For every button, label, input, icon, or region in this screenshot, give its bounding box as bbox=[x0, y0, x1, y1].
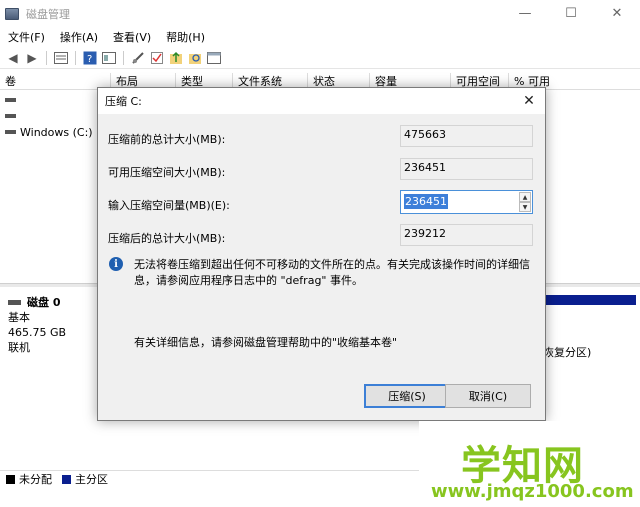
help-icon[interactable]: ? bbox=[82, 50, 98, 66]
connect-icon[interactable] bbox=[130, 50, 146, 66]
check-icon[interactable] bbox=[149, 50, 165, 66]
window-icon[interactable] bbox=[206, 50, 222, 66]
search-icon[interactable] bbox=[187, 50, 203, 66]
window-controls: — ☐ ✕ bbox=[502, 0, 640, 27]
toolbar-divider bbox=[75, 50, 76, 65]
disk-icon bbox=[8, 300, 21, 305]
total-size-before-field: 475663 bbox=[400, 125, 533, 147]
watermark: 学知网 www.jmqz1000.com bbox=[419, 421, 640, 507]
toolbar-divider bbox=[123, 50, 124, 65]
back-arrow-icon[interactable]: ◀ bbox=[5, 50, 21, 66]
menu-view[interactable]: 查看(V) bbox=[105, 29, 158, 45]
forward-arrow-icon[interactable]: ▶ bbox=[24, 50, 40, 66]
menu-help[interactable]: 帮助(H) bbox=[158, 29, 212, 45]
help-message: 有关详细信息，请参阅磁盘管理帮助中的"收缩基本卷" bbox=[134, 336, 398, 349]
legend-label: 未分配 bbox=[19, 473, 52, 486]
total-size-after-field: 239212 bbox=[400, 224, 533, 246]
partition-label: 恢复分区) bbox=[543, 346, 592, 359]
available-shrink-field: 236451 bbox=[400, 158, 533, 180]
disk-type: 基本 bbox=[8, 311, 30, 324]
disk-status: 联机 bbox=[8, 341, 30, 354]
info-icon: i bbox=[109, 257, 123, 271]
title-bar: 磁盘管理 — ☐ ✕ bbox=[0, 0, 640, 27]
maximize-button[interactable]: ☐ bbox=[548, 0, 594, 27]
spin-buttons: ▲ ▼ bbox=[519, 192, 531, 212]
svg-text:?: ? bbox=[87, 54, 92, 65]
menu-file[interactable]: 文件(F) bbox=[0, 29, 52, 45]
disk-info[interactable]: 磁盘 0 基本 465.75 GB 联机 bbox=[8, 295, 66, 355]
dialog-title-bar: 压缩 C: ✕ bbox=[98, 88, 545, 114]
window-title: 磁盘管理 bbox=[26, 7, 70, 21]
legend-label: 主分区 bbox=[75, 473, 108, 486]
volume-icon bbox=[5, 130, 16, 134]
shrink-button[interactable]: 压缩(S) bbox=[364, 384, 450, 408]
shrink-dialog: 压缩 C: ✕ 压缩前的总计大小(MB): 475663 可用压缩空间大小(MB… bbox=[97, 87, 546, 421]
shrink-amount-input[interactable]: 236451 ▲ ▼ bbox=[400, 190, 533, 214]
volume-icon bbox=[5, 98, 16, 102]
disk-size: 465.75 GB bbox=[8, 326, 67, 339]
column-header[interactable]: 卷 bbox=[0, 73, 111, 90]
cancel-button[interactable]: 取消(C) bbox=[445, 384, 531, 408]
spin-up-icon[interactable]: ▲ bbox=[519, 192, 531, 202]
disk-name: 磁盘 0 bbox=[27, 296, 61, 309]
volume-name: Windows (C:) bbox=[20, 125, 93, 139]
dialog-title: 压缩 C: bbox=[105, 95, 142, 108]
available-shrink-label: 可用压缩空间大小(MB): bbox=[108, 166, 226, 179]
watermark-url: www.jmqz1000.com bbox=[431, 481, 634, 502]
disk-list-icon[interactable] bbox=[53, 50, 69, 66]
shrink-amount-label: 输入压缩空间量(MB)(E): bbox=[108, 199, 230, 212]
total-size-before-label: 压缩前的总计大小(MB): bbox=[108, 133, 226, 146]
properties-icon[interactable] bbox=[101, 50, 117, 66]
close-button[interactable]: ✕ bbox=[594, 0, 640, 27]
legend-swatch-primary bbox=[62, 474, 71, 484]
upload-icon[interactable] bbox=[168, 50, 184, 66]
toolbar-divider bbox=[46, 50, 47, 65]
total-size-after-label: 压缩后的总计大小(MB): bbox=[108, 232, 226, 245]
legend-swatch-unallocated bbox=[6, 474, 15, 484]
volume-icon bbox=[5, 114, 16, 118]
shrink-amount-value[interactable]: 236451 bbox=[404, 194, 448, 209]
toolbar: ◀ ▶ ? bbox=[0, 47, 640, 69]
partition-bar[interactable] bbox=[540, 295, 636, 305]
menu-action[interactable]: 操作(A) bbox=[52, 29, 105, 45]
disk-management-icon bbox=[5, 7, 19, 20]
close-icon[interactable]: ✕ bbox=[520, 92, 538, 110]
menu-bar: 文件(F) 操作(A) 查看(V) 帮助(H) bbox=[0, 27, 640, 47]
spin-down-icon[interactable]: ▼ bbox=[519, 202, 531, 212]
minimize-button[interactable]: — bbox=[502, 0, 548, 27]
info-message: 无法将卷压缩到超出任何不可移动的文件所在的点。有关完成该操作时间的详细信息，请参… bbox=[134, 258, 530, 287]
